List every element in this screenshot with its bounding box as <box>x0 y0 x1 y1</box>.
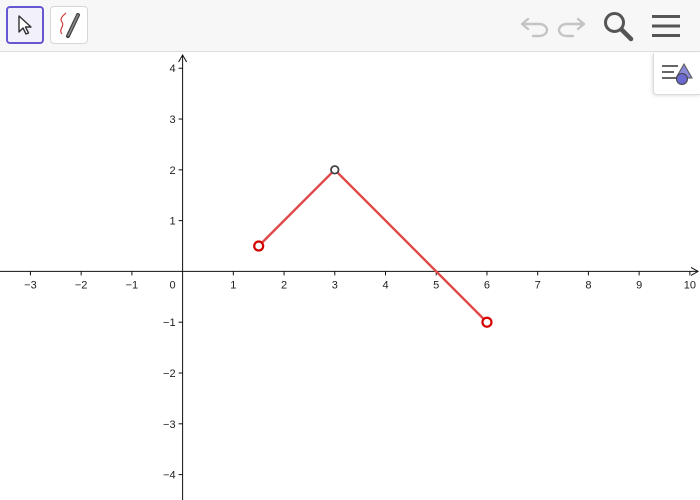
search-button[interactable] <box>601 10 635 42</box>
x-tick-label: −2 <box>75 279 88 291</box>
x-tick-label: 2 <box>281 279 287 291</box>
polyline-segment[interactable] <box>257 168 336 248</box>
geogebra-app: −3 −2 −1 1 2 3 4 5 6 7 8 9 10 4 3 2 1 −1 −2 −3 −4 0 <box>0 0 700 500</box>
y-tick-label: 3 <box>169 114 175 126</box>
origin-label: 0 <box>169 279 175 291</box>
x-tick-label: 1 <box>230 279 236 291</box>
endpoint-marker[interactable] <box>481 316 493 328</box>
y-tick-label: −3 <box>163 419 176 431</box>
x-tick-label: 8 <box>585 279 591 291</box>
redo-button[interactable] <box>554 10 588 42</box>
y-tick-label: −2 <box>163 368 176 380</box>
cursor-arrow-icon <box>18 15 32 35</box>
undo-button[interactable] <box>518 10 552 42</box>
x-tick-label: 3 <box>332 279 338 291</box>
x-tick-label: 5 <box>433 279 439 291</box>
undo-icon <box>520 17 549 38</box>
x-tick-label: 6 <box>484 279 490 291</box>
y-tick-label: −4 <box>163 470 176 482</box>
polyline-segment[interactable] <box>333 168 489 324</box>
x-tick-label: −1 <box>126 279 139 291</box>
x-tick-label: 10 <box>684 279 696 291</box>
x-tick-label: 7 <box>535 279 541 291</box>
move-tool-button[interactable] <box>6 6 44 44</box>
redo-icon <box>557 17 586 38</box>
toolbar <box>0 0 700 52</box>
pen-icon <box>60 12 80 39</box>
graphics-view[interactable]: −3 −2 −1 1 2 3 4 5 6 7 8 9 10 4 3 2 1 −1 −2 −3 −4 0 <box>0 53 700 500</box>
vertex-point[interactable] <box>330 165 340 175</box>
y-tick-label: 2 <box>169 165 175 177</box>
hamburger-menu-icon <box>652 15 680 37</box>
menu-button[interactable] <box>648 10 684 42</box>
endpoint-marker[interactable] <box>253 240 265 252</box>
x-tick-label: −3 <box>24 279 37 291</box>
y-tick-label: 4 <box>169 63 175 75</box>
y-tick-label: −1 <box>163 317 176 329</box>
search-icon <box>604 12 634 42</box>
pen-tool-button[interactable] <box>50 6 88 44</box>
x-tick-label: 9 <box>636 279 642 291</box>
x-tick-label: 4 <box>382 279 388 291</box>
y-tick-label: 1 <box>169 216 175 228</box>
